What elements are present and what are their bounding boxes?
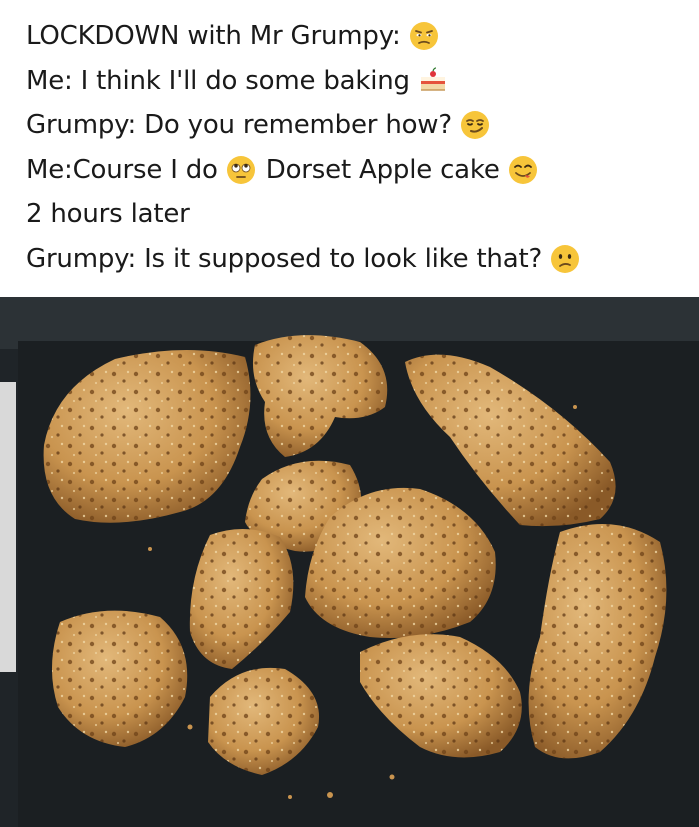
caption-line-1-text: LOCKDOWN with Mr Grumpy: [26, 21, 401, 52]
caption-line-5: 2 hours later [26, 192, 699, 237]
caption-line-6: Grumpy: Is it supposed to look like that… [26, 237, 699, 282]
caption-line-6-text: Grumpy: Is it supposed to look like that… [26, 243, 543, 274]
caption-line-5-text: 2 hours later [26, 199, 190, 230]
foil-strip [0, 382, 16, 672]
caption-line-2: Me: I think I'll do some baking [26, 59, 699, 104]
caption-line-1: LOCKDOWN with Mr Grumpy: [26, 14, 699, 59]
cake-slice-emoji-icon [420, 67, 445, 91]
unamused-face-emoji-icon [409, 22, 438, 51]
smirking-face-emoji-icon [460, 111, 489, 140]
eye-roll-face-emoji-icon [226, 155, 255, 184]
caption-line-4: Me:Course I do Dorset Apple cake [26, 148, 699, 193]
broken-cake-photo [0, 297, 699, 827]
savoring-food-face-emoji-icon [508, 155, 537, 184]
caption-text-block: LOCKDOWN with Mr Grumpy: Me: I think I'l… [0, 0, 699, 297]
caption-line-3: Grumpy: Do you remember how? [26, 103, 699, 148]
caption-line-3-text: Grumpy: Do you remember how? [26, 110, 452, 141]
caption-line-4-text-after: Dorset Apple cake [265, 154, 500, 185]
confused-face-emoji-icon [551, 244, 580, 273]
broken-cake-photo-illustration [0, 297, 699, 827]
caption-line-2-text: Me: I think I'll do some baking [26, 65, 410, 96]
caption-line-4-text: Me:Course I do [26, 154, 218, 185]
